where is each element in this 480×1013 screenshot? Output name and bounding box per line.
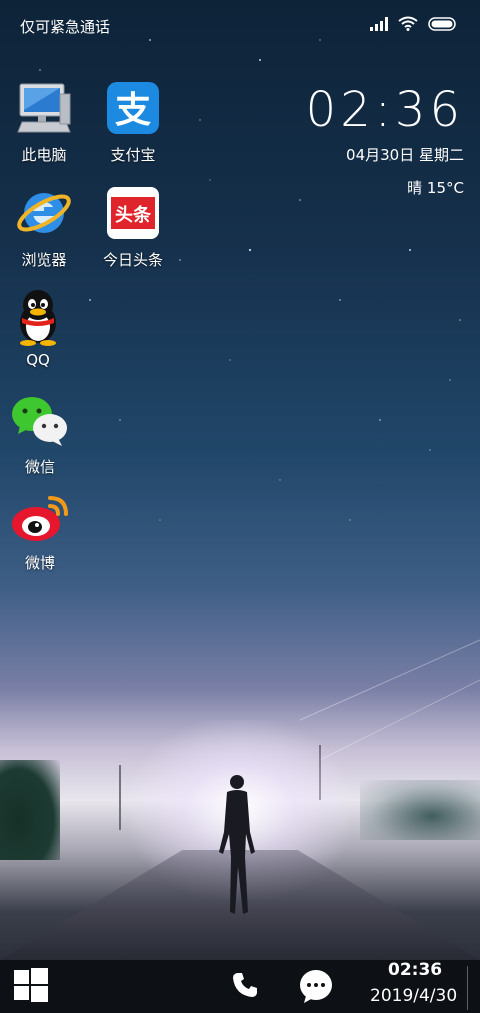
message-icon[interactable] [298, 968, 334, 1004]
app-toutiao[interactable]: 头条 今日头条 [93, 185, 173, 270]
battery-icon [428, 16, 456, 31]
person-silhouette [219, 775, 255, 914]
app-qq[interactable]: QQ [0, 287, 78, 369]
app-label: 支付宝 [110, 146, 156, 164]
wifi-icon [398, 16, 418, 31]
taskbar-date[interactable]: 2019/4/30 [370, 986, 457, 1006]
app-label: 今日头条 [102, 251, 163, 269]
app-label: 浏览器 [21, 251, 67, 269]
app-browser[interactable]: 浏览器 [4, 185, 84, 270]
app-label: QQ [26, 351, 50, 369]
phone-icon[interactable] [230, 970, 260, 1000]
clock-date: 04月30日 星期二 [346, 146, 464, 164]
clock-weather: 晴 15°C [407, 179, 464, 197]
app-alipay[interactable]: 支 支付宝 [93, 80, 173, 165]
svg-text:支: 支 [115, 90, 151, 131]
carrier-text: 仅可紧急通话 [20, 18, 111, 36]
computer-icon [17, 83, 71, 133]
svg-text:头条: 头条 [115, 204, 152, 226]
app-weibo[interactable]: 微博 [0, 488, 80, 573]
windows-start-icon[interactable] [14, 968, 48, 1002]
clock-time: 02:36 [305, 82, 464, 138]
app-label: 微信 [24, 458, 55, 476]
weibo-icon [12, 496, 68, 541]
taskbar: 02:36 2019/4/30 [0, 960, 480, 1013]
app-wechat[interactable]: 微信 [0, 392, 80, 477]
app-this-pc[interactable]: 此电脑 [4, 80, 84, 165]
ie-browser-icon [17, 193, 71, 233]
toutiao-icon: 头条 [107, 187, 159, 239]
alipay-icon: 支 [107, 82, 159, 134]
status-bar: 仅可紧急通话 [0, 0, 480, 50]
wechat-icon [12, 397, 67, 446]
clock-widget[interactable]: 02:36 04月30日 星期二 晴 15°C [306, 82, 464, 198]
signal-icon [370, 16, 388, 31]
show-desktop-edge[interactable] [467, 966, 468, 1010]
trees-right [360, 780, 480, 840]
app-label: 微博 [24, 554, 55, 572]
trees-left [0, 760, 60, 860]
qq-penguin-icon [20, 290, 56, 346]
app-label: 此电脑 [21, 146, 67, 164]
taskbar-time[interactable]: 02:36 [388, 960, 442, 980]
